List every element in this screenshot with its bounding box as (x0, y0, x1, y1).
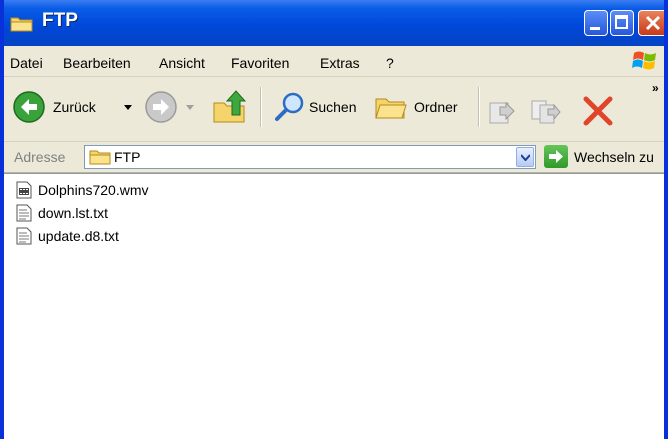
forward-dropdown-icon (186, 105, 194, 110)
minimize-button[interactable] (584, 10, 608, 36)
maximize-button[interactable] (610, 10, 634, 36)
minimize-icon (590, 27, 600, 30)
folder-icon (89, 150, 111, 165)
window-title: FTP (42, 10, 78, 31)
up-folder-button[interactable] (210, 87, 250, 127)
toolbar-separator (260, 87, 262, 127)
folder-up-icon (213, 90, 247, 123)
maximize-icon (615, 15, 628, 29)
windows-logo-icon (632, 51, 656, 70)
forward-arrow-icon (145, 91, 177, 123)
address-dropdown-button[interactable] (516, 147, 534, 167)
file-list[interactable]: Dolphins720.wmv down.lst.txt update.d8.t… (4, 173, 664, 439)
menu-datei[interactable]: Datei (10, 55, 43, 71)
back-button[interactable]: Zurück (8, 87, 138, 127)
copy-to-icon[interactable] (530, 97, 562, 127)
close-icon (645, 15, 661, 31)
text-file-icon (16, 204, 32, 222)
menu-help[interactable]: ? (386, 55, 394, 71)
folders-icon (375, 98, 407, 119)
menu-bar: Datei Bearbeiten Ansicht Favoriten Extra… (4, 46, 664, 77)
move-to-icon[interactable] (486, 97, 518, 127)
folders-label: Ordner (414, 99, 458, 115)
back-label: Zurück (53, 99, 96, 115)
file-name: down.lst.txt (38, 205, 109, 221)
search-icon (275, 92, 304, 121)
menu-favoriten[interactable]: Favoriten (231, 55, 289, 71)
text-file-icon (16, 227, 32, 245)
folder-icon (10, 17, 33, 32)
title-bar[interactable]: FTP (4, 0, 664, 46)
menu-extras[interactable]: Extras (320, 55, 360, 71)
close-button[interactable] (638, 10, 664, 36)
chevron-down-icon (521, 154, 530, 161)
address-field[interactable]: FTP (84, 145, 536, 169)
explorer-window: FTP Datei Bearbeiten Ansicht Favoriten E… (0, 0, 668, 439)
go-label[interactable]: Wechseln zu (574, 149, 654, 165)
toolbar-separator (478, 87, 480, 127)
address-label: Adresse (14, 149, 66, 165)
menu-ansicht[interactable]: Ansicht (159, 55, 205, 71)
standard-toolbar: Zurück Suchen Ordner » (4, 77, 664, 142)
delete-icon[interactable] (582, 95, 614, 127)
file-name: Dolphins720.wmv (38, 182, 149, 198)
address-value: FTP (114, 149, 141, 165)
folders-button[interactable]: Ordner (372, 87, 472, 127)
go-arrow-icon (549, 150, 563, 163)
menu-bearbeiten[interactable]: Bearbeiten (63, 55, 131, 71)
go-button[interactable] (544, 145, 568, 168)
forward-button[interactable] (144, 87, 196, 127)
video-file-icon (16, 181, 32, 199)
back-arrow-icon (13, 91, 45, 123)
address-bar: Adresse FTP Wechseln zu (4, 142, 664, 173)
file-name: update.d8.txt (38, 228, 119, 244)
search-button[interactable]: Suchen (270, 87, 362, 127)
toolbar-overflow-chevron-icon[interactable]: » (652, 81, 659, 95)
search-label: Suchen (309, 99, 357, 115)
back-dropdown-icon[interactable] (124, 105, 132, 111)
